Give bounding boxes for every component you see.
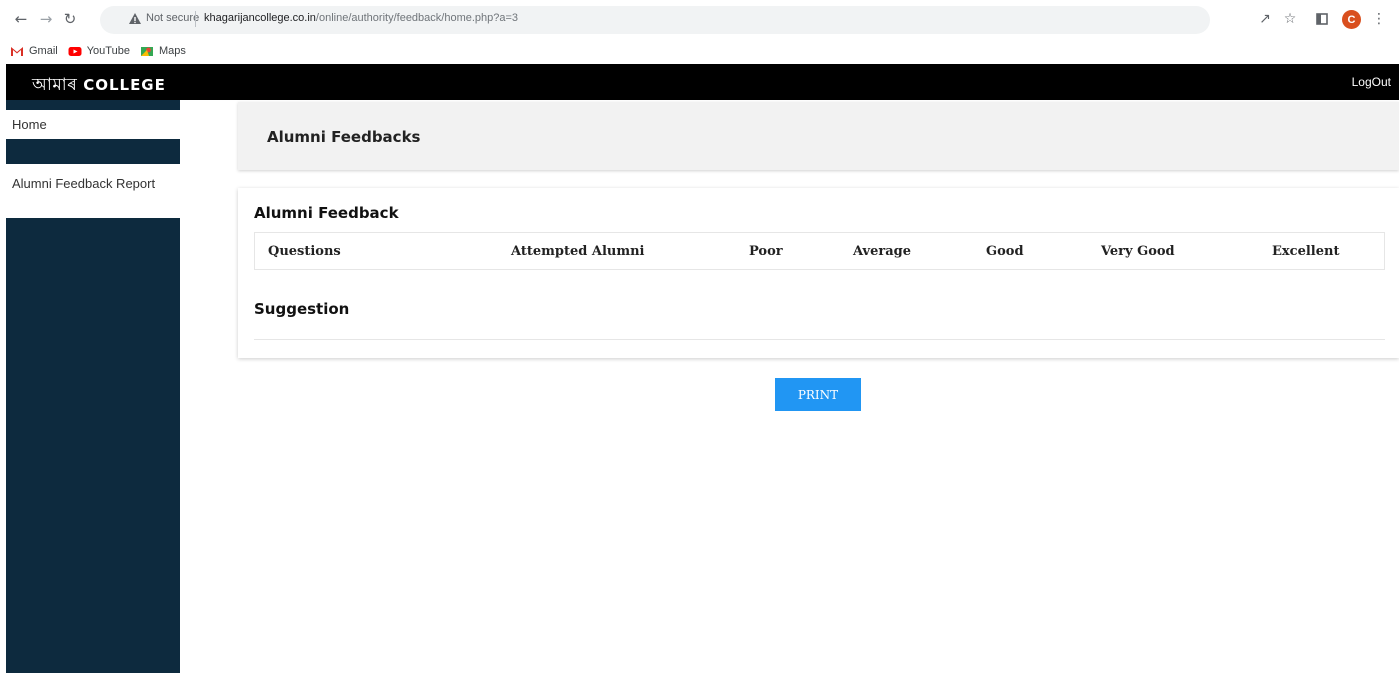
url-host: khagarijancollege.co.in — [204, 12, 316, 24]
bookmark-star-icon[interactable]: ☆ — [1281, 10, 1299, 28]
bookmarks-bar: Gmail YouTube Maps — [0, 40, 186, 62]
bookmark-youtube[interactable]: YouTube — [68, 45, 130, 57]
sidebar-item-home[interactable]: Home — [6, 110, 180, 139]
brand-logo[interactable]: আমাৰ COLLEGE — [32, 72, 166, 100]
bookmark-label: Gmail — [29, 45, 58, 57]
column-header-excellent: Excellent — [1272, 244, 1340, 259]
bookmark-label: YouTube — [86, 45, 130, 57]
bookmark-maps[interactable]: Maps — [140, 45, 186, 57]
column-header-average: Average — [853, 244, 912, 259]
forward-arrow-icon[interactable]: → — [37, 10, 55, 28]
bookmark-gmail[interactable]: Gmail — [10, 45, 58, 57]
share-icon[interactable]: ↗ — [1256, 10, 1274, 28]
column-header-poor: Poor — [749, 244, 783, 259]
column-header-very-good: Very Good — [1101, 244, 1175, 259]
feedback-table-header: Questions Attempted Alumni Poor Average … — [254, 232, 1385, 270]
profile-avatar[interactable]: C — [1342, 10, 1361, 29]
back-arrow-icon[interactable]: ← — [12, 10, 30, 28]
sidebar-item-label: Home — [12, 117, 47, 132]
print-button[interactable]: PRINT — [775, 378, 861, 411]
section-title: Alumni Feedback — [254, 204, 399, 222]
reload-icon[interactable]: ↻ — [61, 10, 79, 28]
feedback-card: Alumni Feedback Questions Attempted Alum… — [238, 188, 1399, 358]
sidebar: Home Alumni Feedback Report — [6, 100, 180, 673]
security-label[interactable]: Not secure — [146, 12, 199, 24]
suggestion-title: Suggestion — [254, 300, 350, 318]
app-topbar: আমাৰ COLLEGE LogOut — [6, 64, 1399, 100]
gmail-icon — [11, 46, 23, 56]
column-header-questions: Questions — [268, 244, 341, 259]
url-text[interactable]: khagarijancollege.co.in/online/authority… — [204, 12, 518, 24]
page-title: Alumni Feedbacks — [267, 128, 421, 146]
bookmark-label: Maps — [158, 45, 186, 57]
brand-latin: COLLEGE — [83, 76, 166, 94]
column-header-attempted-alumni: Attempted Alumni — [511, 244, 645, 259]
warning-triangle-icon[interactable] — [128, 12, 142, 26]
suggestion-divider — [254, 339, 1385, 340]
page-header-card: Alumni Feedbacks — [238, 102, 1399, 170]
youtube-icon — [68, 46, 82, 56]
column-header-good: Good — [986, 244, 1024, 259]
kebab-menu-icon[interactable]: ⋮ — [1370, 10, 1388, 28]
logout-link[interactable]: LogOut — [1352, 75, 1391, 89]
sidebar-item-alumni-feedback-report[interactable]: Alumni Feedback Report — [6, 164, 180, 218]
brand-script: আমাৰ — [32, 75, 78, 95]
sidebar-item-label: Alumni Feedback Report — [12, 176, 156, 191]
browser-chrome: ← → ↻ Not secure khagarijancollege.co.in… — [0, 0, 1399, 64]
url-divider — [195, 11, 196, 27]
url-path: /online/authority/feedback/home.php?a=3 — [315, 12, 519, 24]
maps-icon — [140, 46, 153, 56]
side-panel-icon[interactable] — [1313, 10, 1331, 28]
